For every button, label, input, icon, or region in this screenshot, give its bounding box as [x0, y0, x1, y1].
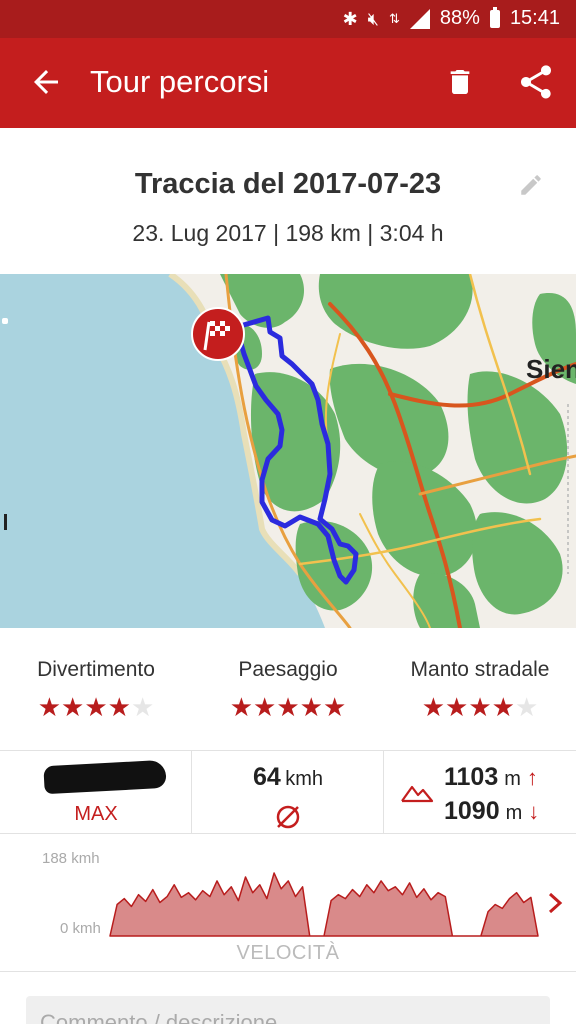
star-filled-icon[interactable]: ★	[422, 692, 445, 722]
rating-fun: Divertimento ★★★★★	[0, 658, 192, 720]
max-speed-cell: MAX	[0, 751, 192, 833]
star-rating[interactable]: ★★★★★	[192, 694, 384, 720]
star-empty-icon[interactable]: ★	[131, 692, 154, 722]
elevation-cell: 1103 m ↑ 1090 m ↓	[384, 751, 576, 833]
stats-row: MAX 64 kmh 1103 m ↑ 1090 m ↓	[0, 750, 576, 834]
redacted-max-speed	[43, 759, 167, 795]
star-filled-icon[interactable]: ★	[230, 692, 253, 722]
map-canvas	[0, 274, 576, 628]
rating-road-surface: Manto stradale ★★★★★	[384, 658, 576, 720]
rating-label: Divertimento	[37, 658, 155, 681]
avg-speed-cell: 64 kmh	[192, 751, 384, 833]
map-city-label: Sien	[526, 354, 576, 384]
star-filled-icon[interactable]: ★	[323, 692, 346, 722]
ascent-unit: m	[504, 768, 521, 790]
app-bar: Tour percorsi	[0, 38, 576, 128]
finish-flag-icon[interactable]	[190, 306, 246, 362]
speed-area-series	[109, 872, 539, 937]
star-filled-icon[interactable]: ★	[38, 692, 61, 722]
rating-landscape: Paesaggio ★★★★★	[192, 658, 384, 720]
back-arrow-icon[interactable]	[28, 64, 64, 100]
comment-placeholder: Commento / descrizione	[40, 1010, 278, 1024]
y-axis-max-label: 188 kmh	[42, 850, 100, 867]
down-arrow-icon: ↓	[528, 799, 540, 824]
star-filled-icon[interactable]: ★	[276, 692, 299, 722]
x-axis-label: VELOCITÀ	[236, 942, 340, 964]
avg-speed-unit: kmh	[285, 768, 324, 790]
signal-icon	[409, 8, 430, 29]
y-axis-min-label: 0 kmh	[60, 920, 101, 937]
track-summary: 23. Lug 2017 | 198 km | 3:04 h	[132, 220, 444, 246]
clock: 15:41	[509, 7, 560, 29]
track-header: Traccia del 2017-07-23 23. Lug 2017 | 19…	[0, 128, 576, 274]
average-icon	[276, 805, 300, 829]
rating-label: Paesaggio	[238, 658, 338, 681]
mute-icon: 🔇︎	[367, 8, 379, 29]
bluetooth-icon: ✱	[342, 8, 358, 29]
battery-percent: 88%	[439, 7, 480, 29]
up-arrow-icon: ↑	[526, 765, 538, 790]
star-filled-icon[interactable]: ★	[300, 692, 323, 722]
battery-icon	[489, 6, 500, 28]
ascent-value: 1103	[444, 763, 499, 791]
comment-field[interactable]: Commento / descrizione	[26, 996, 550, 1024]
avg-speed-value: 64	[252, 763, 281, 791]
descent-row: 1090 m ↓	[444, 797, 539, 831]
share-icon[interactable]	[516, 62, 556, 102]
star-filled-icon[interactable]: ★	[492, 692, 515, 722]
star-filled-icon[interactable]: ★	[445, 692, 468, 722]
star-filled-icon[interactable]: ★	[84, 692, 107, 722]
data-icon: ⇅	[389, 10, 400, 26]
star-filled-icon[interactable]: ★	[253, 692, 276, 722]
trash-icon[interactable]	[444, 64, 476, 100]
ratings-section: Divertimento ★★★★★ Paesaggio ★★★★★ Manto…	[0, 628, 576, 750]
descent-unit: m	[505, 802, 523, 824]
star-rating[interactable]: ★★★★★	[384, 694, 576, 720]
descent-value: 1090	[444, 797, 500, 825]
track-name: Traccia del 2017-07-23	[134, 168, 442, 200]
status-bar: ✱ 🔇︎ ⇅ 88% 15:41	[0, 0, 576, 38]
edit-pencil-icon[interactable]	[518, 172, 544, 198]
page-title: Tour percorsi	[90, 64, 270, 99]
max-label: MAX	[74, 803, 118, 825]
mountain-icon	[401, 785, 434, 803]
chevron-right-icon[interactable]	[546, 890, 564, 916]
star-empty-icon[interactable]: ★	[515, 692, 538, 722]
ascent-row: 1103 m ↑	[444, 763, 539, 797]
speed-chart-card[interactable]: 188 kmh 0 kmh VELOCITÀ	[0, 834, 576, 972]
rating-label: Manto stradale	[410, 658, 550, 681]
star-filled-icon[interactable]: ★	[61, 692, 84, 722]
star-rating[interactable]: ★★★★★	[0, 694, 192, 720]
star-filled-icon[interactable]: ★	[468, 692, 491, 722]
route-map[interactable]: Sien	[0, 274, 576, 628]
star-filled-icon[interactable]: ★	[108, 692, 131, 722]
